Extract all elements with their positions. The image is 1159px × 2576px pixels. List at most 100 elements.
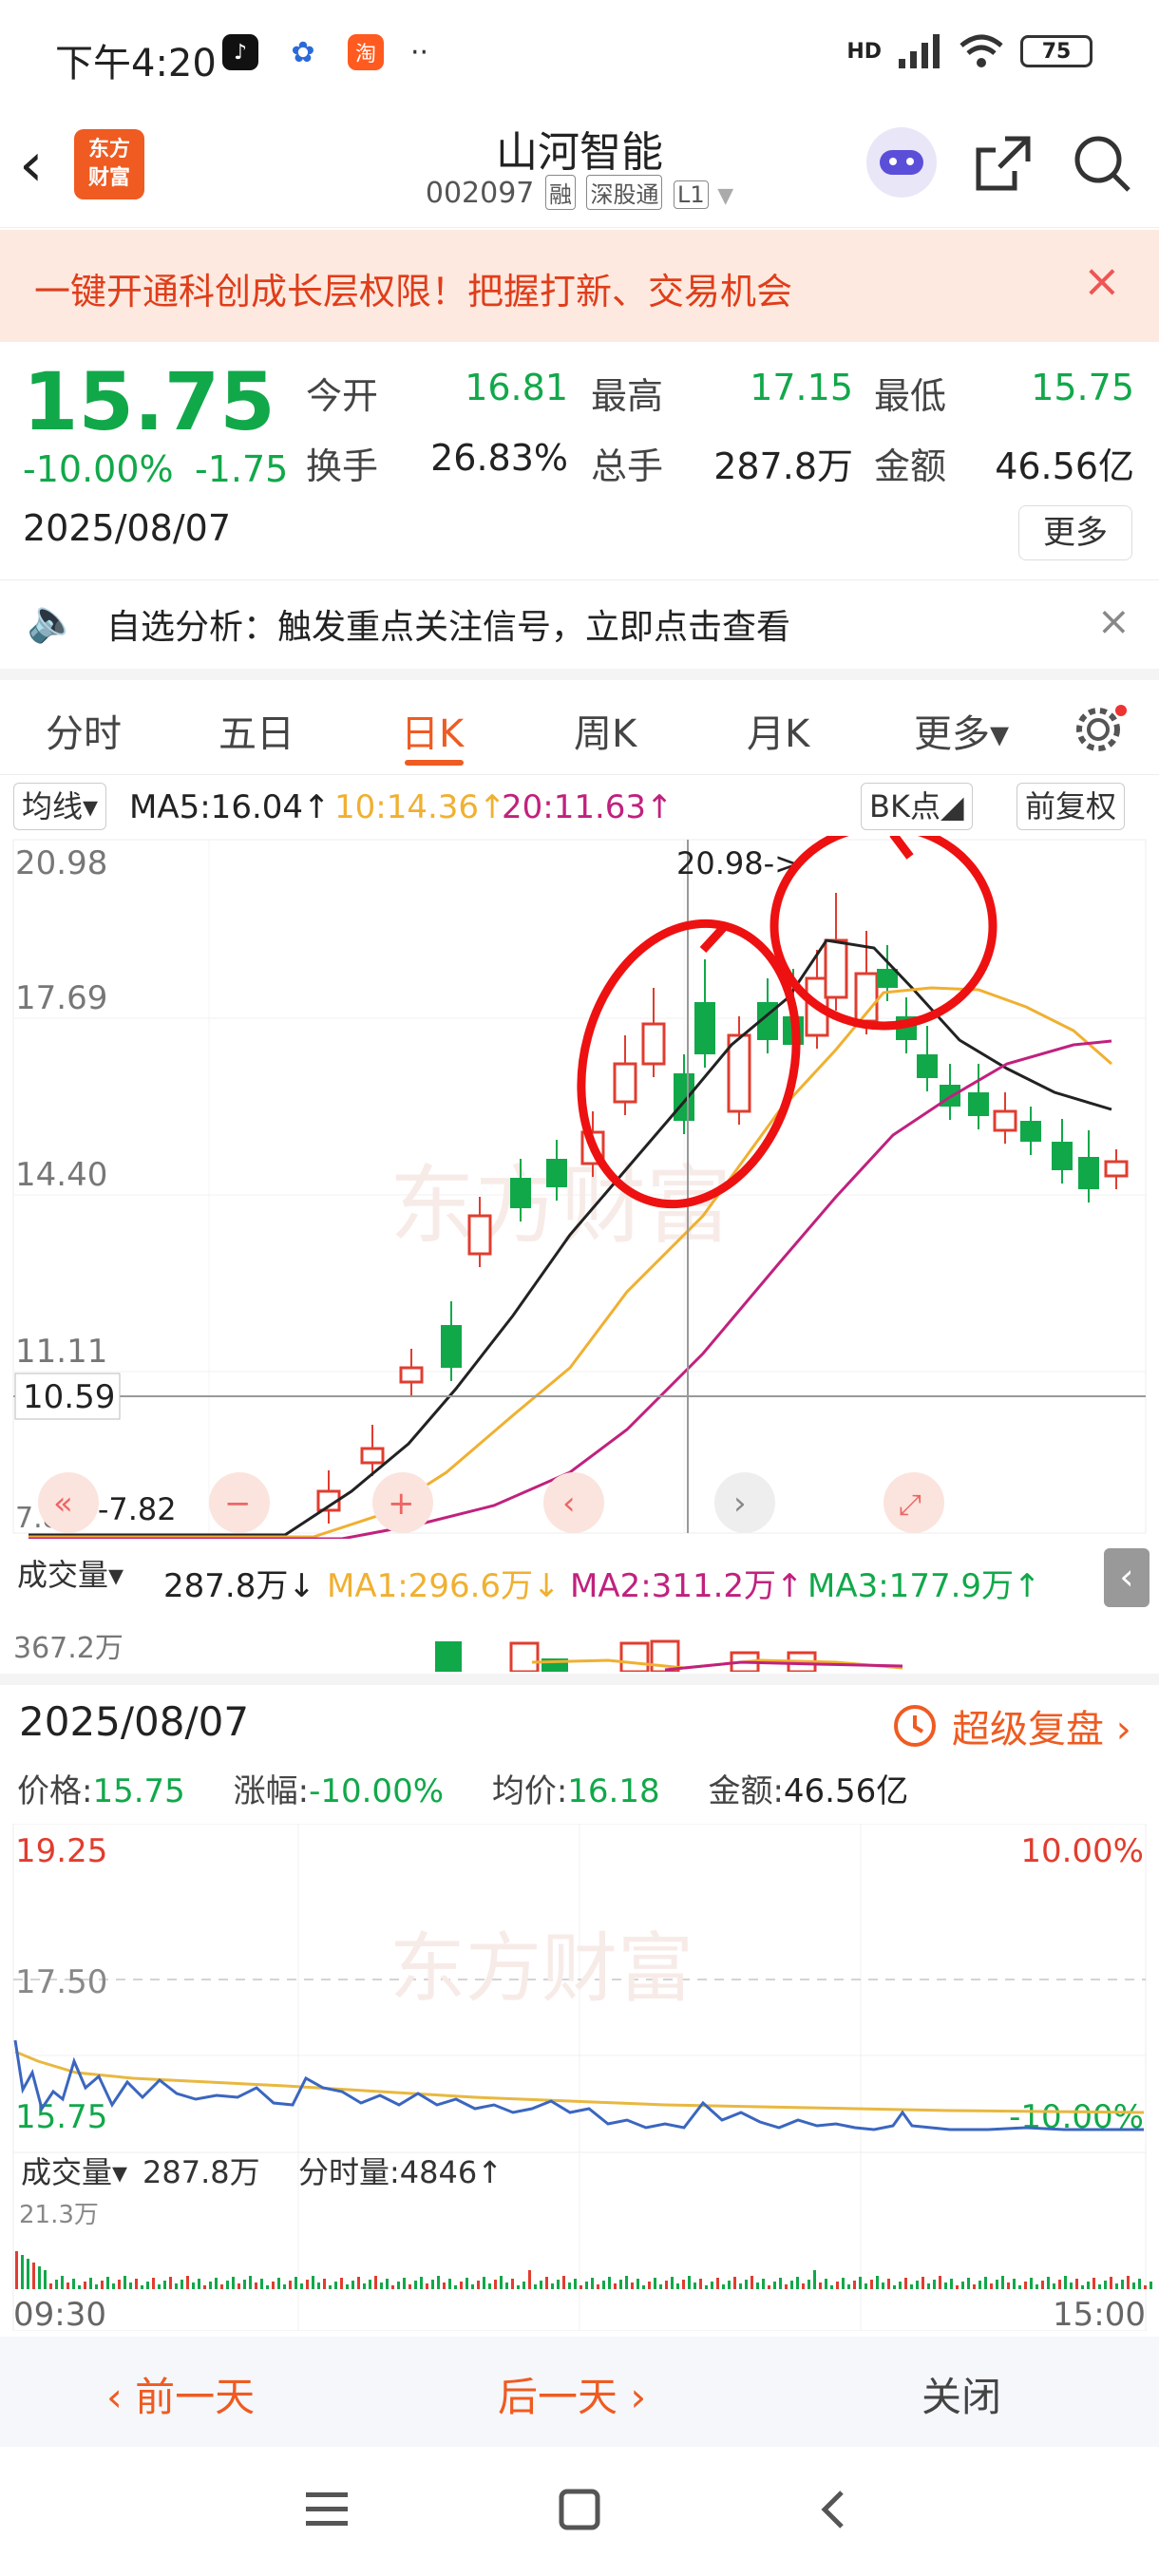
minute-volume-bar (939, 2276, 941, 2289)
y-top: 19.25 (15, 1832, 107, 1870)
minute-volume-bar (477, 2281, 480, 2289)
ma-select[interactable]: 均线▾ (13, 783, 107, 830)
minute-volume-bar (568, 2282, 571, 2289)
tab-monthly-k[interactable]: 月K (747, 703, 809, 758)
minute-volume-bar (369, 2280, 371, 2289)
home-icon[interactable] (559, 2489, 600, 2530)
minute-volume-bar (996, 2280, 998, 2289)
minute-volume-bar (528, 2270, 531, 2289)
history-icon[interactable] (891, 1702, 939, 1750)
minute-volume-bar (1058, 2280, 1061, 2289)
banner-close-button[interactable]: × (1083, 255, 1121, 308)
minute-volume-bar (882, 2282, 884, 2289)
minute-volume-bar (431, 2280, 434, 2289)
minute-volume-bar (619, 2280, 622, 2289)
volume-select[interactable]: 成交量▾ (10, 1552, 132, 1598)
minute-volume-bar (44, 2270, 47, 2289)
intraday-chart: 东方财富 19.25 17.50 15.75 10.00% -10.00% 成交… (12, 1824, 1152, 2331)
open-value: 16.81 (465, 367, 568, 408)
minute-volume-bar (756, 2282, 759, 2289)
prev-day-button[interactable]: ‹ 前一天 (106, 2365, 255, 2423)
minute-volume-bar (1013, 2279, 1016, 2289)
review-panel: 2025/08/07 超级复盘 › 价格:15.75 涨幅:-10.00% 均价… (0, 1685, 1159, 2331)
tab-daily-k[interactable]: 日K (401, 703, 464, 758)
minute-volume-bar (927, 2283, 930, 2289)
minute-volume-bar (386, 2279, 389, 2289)
tab-intraday[interactable]: 分时 (46, 703, 122, 758)
wifi-icon (960, 34, 1003, 67)
minute-volume-bar (1018, 2285, 1021, 2289)
search-icon[interactable] (1072, 133, 1132, 194)
minute-volume-bar (380, 2282, 383, 2289)
menu-icon[interactable] (306, 2491, 348, 2529)
minute-volume-bar (72, 2279, 75, 2289)
promo-banner[interactable]: 一键开通科创成长层权限！把握打新、交易机会 × (0, 230, 1159, 342)
minute-volume-bar (500, 2276, 503, 2289)
minute-volume-bar (705, 2285, 708, 2289)
minute-volume-bar (317, 2282, 320, 2289)
volume-value: 287.8万 (713, 445, 853, 487)
tag-margin: 融 (544, 175, 576, 210)
candle (674, 1073, 694, 1121)
minute-volume-bar (488, 2283, 491, 2289)
minute-volume-bar (614, 2283, 617, 2289)
minute-volume-bar (420, 2277, 423, 2289)
minute-volume-bar (699, 2279, 702, 2289)
minute-volume-bar (141, 2285, 143, 2289)
more-button[interactable]: 更多 (1018, 505, 1132, 560)
tab-weekly-k[interactable]: 周K (574, 703, 636, 758)
status-bar: 下午4:20 ♪ ✿ 淘 ·· HD 75 (0, 0, 1159, 114)
tiktok-icon: ♪ (222, 34, 258, 70)
minute-volume-bar (1138, 2279, 1141, 2289)
volume-label: 总手 (591, 445, 664, 487)
candle (727, 1033, 751, 1113)
bk-point-button[interactable]: BK点◢ (861, 783, 973, 830)
minute-volume-bar (346, 2284, 349, 2289)
vol-ma1: MA1:296.6万↓ (327, 1567, 560, 1605)
analysis-close-button[interactable]: × (1097, 597, 1130, 644)
next-day-button[interactable]: 后一天 › (498, 2365, 646, 2423)
battery-icon: 75 (1020, 35, 1092, 67)
minute-volume-bar (711, 2282, 713, 2289)
analysis-notice[interactable]: 🔈 自选分析：触发重点关注信号，立即点击查看 × (0, 579, 1159, 680)
minute-volume-bar (15, 2251, 18, 2289)
adjust-button[interactable]: 前复权 (1016, 783, 1126, 830)
mini-vol-select: 成交量▾ (21, 2154, 127, 2190)
minute-volume-bar (192, 2282, 195, 2289)
minute-volume-bar (973, 2284, 976, 2289)
minute-volume-bar (648, 2282, 651, 2289)
minute-volume-bar (220, 2284, 223, 2289)
time-end: 15:00 (1053, 2296, 1146, 2331)
minute-volume-bar (665, 2281, 668, 2289)
minute-volume-bar (933, 2280, 936, 2289)
minute-volume-bar (255, 2282, 257, 2289)
collapse-button[interactable]: ‹ (1104, 1548, 1150, 1607)
expand-icon: ⤢ (899, 1488, 922, 1522)
minute-volume-bar (574, 2279, 577, 2289)
minute-volume-bar (825, 2279, 827, 2289)
minute-volume-bar (340, 2278, 343, 2289)
assistant-avatar[interactable] (866, 127, 937, 198)
vol-ma3: MA3:177.9万↑ (808, 1567, 1041, 1605)
share-icon[interactable] (973, 133, 1034, 194)
minute-volume-bar (460, 2282, 463, 2289)
quote-date: 2025/08/07 (23, 507, 232, 549)
minute-volume-bar (198, 2279, 200, 2289)
minute-volume-bar (716, 2278, 719, 2289)
y-bot: 15.75 (15, 2098, 107, 2136)
minute-volume-bar (61, 2276, 64, 2289)
tab-five-day[interactable]: 五日 (218, 703, 294, 758)
minute-volume-bar (796, 2277, 799, 2289)
close-button[interactable]: 关闭 (922, 2365, 1001, 2423)
back-nav-icon[interactable] (813, 2489, 855, 2530)
settings-gear-icon[interactable] (1072, 701, 1129, 758)
minute-volume-bar (790, 2281, 793, 2289)
minute-volume-bar (830, 2285, 833, 2289)
minute-volume-bar (226, 2281, 229, 2289)
minute-volume-bar (414, 2281, 417, 2289)
minute-volume-bar (169, 2277, 172, 2289)
taobao-icon: 淘 (348, 34, 384, 70)
super-review-link[interactable]: 超级复盘 › (952, 1698, 1131, 1753)
kline-chart[interactable]: 东方财富 20.98 17.69 14.40 11.11 7.82 10.59 … (0, 822, 1159, 1541)
tab-more[interactable]: 更多▾ (914, 703, 1009, 758)
